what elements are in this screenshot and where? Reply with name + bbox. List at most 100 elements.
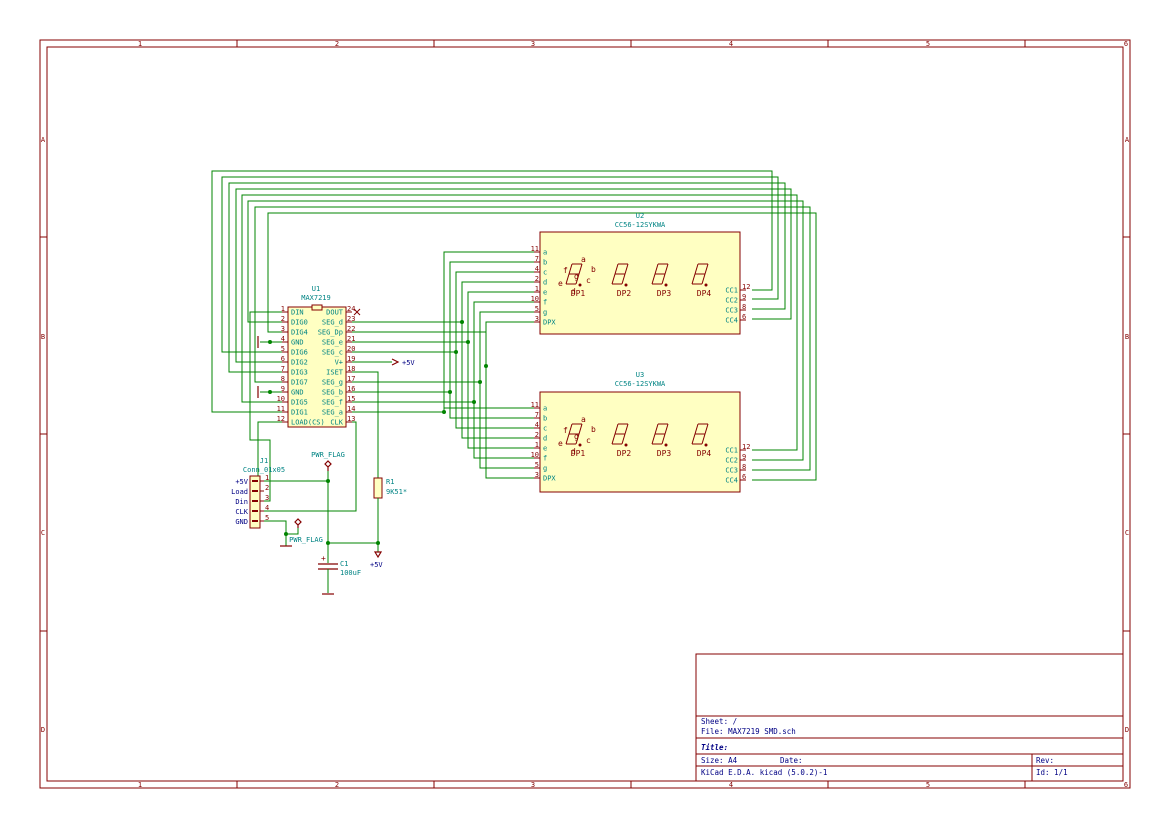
u2-display[interactable]: U2 CC56-12SYKWA 11 a7 b4 c2 d1 e10 f5 g3 DPX 12C… bbox=[531, 212, 751, 335]
u3-pin-number: 10 bbox=[531, 451, 539, 459]
u2-segment-letter: g bbox=[574, 272, 579, 281]
u3-pin-number: 9 bbox=[742, 453, 746, 461]
u2-pin-number: 2 bbox=[535, 275, 539, 283]
u3-pin-name: CC2 bbox=[725, 457, 738, 465]
pwr-flag-2: PWR_FLAG bbox=[289, 518, 323, 544]
j1-net-label: CLK bbox=[235, 508, 248, 516]
u2-segment-letter: b bbox=[591, 265, 596, 274]
u2-digit-label: DP4 bbox=[697, 289, 712, 298]
u2-pin-name: b bbox=[543, 259, 547, 267]
u2-decimal-point bbox=[624, 283, 628, 287]
u3-body bbox=[539, 391, 741, 493]
c1-capacitor[interactable]: C1 100uF + bbox=[318, 543, 361, 595]
u2-pin-number: 1 bbox=[535, 285, 539, 293]
u1-pin-name: DOUT bbox=[326, 309, 344, 317]
u3-pin-name: CC3 bbox=[725, 467, 738, 475]
zone-col-5-top: 5 bbox=[926, 40, 930, 48]
pwr-flag-1: PWR_FLAG bbox=[311, 451, 345, 471]
tb-rev: Rev: bbox=[1036, 756, 1054, 765]
u2-pin-name: f bbox=[543, 299, 547, 307]
c1-value: 100uF bbox=[340, 569, 361, 577]
u1-pin-name: SEG_f bbox=[322, 399, 343, 407]
j1-pin-number: 4 bbox=[265, 504, 269, 512]
r1-ref: R1 bbox=[386, 478, 394, 486]
u1-notch bbox=[311, 304, 323, 311]
u2-pin-name: a bbox=[543, 249, 547, 257]
u2-decimal-point bbox=[578, 283, 582, 287]
j1-net-label: +5V bbox=[235, 478, 248, 486]
u1-pin-number: 16 bbox=[347, 385, 355, 393]
u1-pin-name: DIG6 bbox=[291, 349, 308, 357]
zone-col-6-top: 6 bbox=[1124, 40, 1128, 48]
tb-file: File: MAX7219 SMD.sch bbox=[701, 727, 796, 736]
u3-pin-number: 8 bbox=[742, 463, 746, 471]
u2-pin-number: 4 bbox=[535, 265, 539, 273]
r1-value: 9K51* bbox=[386, 488, 407, 496]
u3-display[interactable]: U3 CC56-12SYKWA 11 a7 b4 c2 d1 e10 f5 g3 DPX 12C… bbox=[531, 371, 751, 493]
u2-pin-name: CC4 bbox=[725, 317, 738, 325]
gnd-symbols-u1 bbox=[257, 336, 282, 398]
u3-pin-name: e bbox=[543, 445, 547, 453]
u1-pin-number: 8 bbox=[281, 375, 285, 383]
j1-pin-number: 2 bbox=[265, 484, 269, 492]
zone-col-2-top: 2 bbox=[335, 40, 339, 48]
u3-pin-number: 3 bbox=[535, 471, 539, 479]
u1-pin-number: 3 bbox=[281, 325, 285, 333]
u2-pin-number: 3 bbox=[535, 315, 539, 323]
c1-ref: C1 bbox=[340, 560, 348, 568]
u2-pin-number: 6 bbox=[742, 313, 746, 321]
u2-digit-label: DP3 bbox=[657, 289, 672, 298]
u2-ref: U2 bbox=[636, 212, 644, 220]
u3-pin-name: d bbox=[543, 435, 547, 443]
u3-pin-number: 1 bbox=[535, 441, 539, 449]
u3-pin-number: 7 bbox=[535, 411, 539, 419]
u2-pin-name: g bbox=[543, 309, 547, 317]
u1-pin-number: 5 bbox=[281, 345, 285, 353]
tb-date: Date: bbox=[780, 756, 803, 765]
u1-max7219[interactable]: U1 MAX7219 1 DIN2 DIG03 DIG44 GND5 DIG66 DIG27… bbox=[277, 285, 361, 428]
u3-pin-number: 6 bbox=[742, 473, 746, 481]
u3-pin-name: g bbox=[543, 465, 547, 473]
tb-id: Id: 1/1 bbox=[1036, 768, 1068, 777]
u1-pin-name: DIG1 bbox=[291, 409, 308, 417]
tb-sheet: Sheet: / bbox=[701, 717, 737, 726]
u1-pin-number: 22 bbox=[347, 325, 355, 333]
u1-pin-name: SEG_Dp bbox=[318, 329, 343, 337]
u3-segment-letter: b bbox=[591, 425, 596, 434]
u3-pin-name: CC4 bbox=[725, 477, 738, 485]
zone-col-4-bottom: 4 bbox=[729, 781, 733, 789]
u1-pin-number: 17 bbox=[347, 375, 355, 383]
u1-pin-name: CLK bbox=[330, 419, 343, 427]
u1-pin-number: 4 bbox=[281, 335, 285, 343]
u2-pin-number: 9 bbox=[742, 293, 746, 301]
u2-segment-letter: d bbox=[571, 287, 576, 296]
u1-pin-name: GND bbox=[291, 339, 304, 347]
pwr-flag-2-label: PWR_FLAG bbox=[289, 536, 323, 544]
u3-pin-name: c bbox=[543, 425, 547, 433]
u1-pin-name: DIG3 bbox=[291, 369, 308, 377]
tb-tool: KiCad E.D.A. kicad (5.0.2)-1 bbox=[701, 768, 827, 777]
u1-pin-number: 15 bbox=[347, 395, 355, 403]
u1-ref: U1 bbox=[312, 285, 320, 293]
u2-pin-name: c bbox=[543, 269, 547, 277]
j1-connector[interactable]: J1 Conn_01x05 1 +5V 2 Load 3 Din 4 CLK 5 GND bbox=[231, 457, 285, 529]
u3-decimal-point bbox=[624, 443, 628, 447]
u1-pin-name: ISET bbox=[326, 369, 344, 377]
u2-segment-letter: e bbox=[558, 279, 563, 288]
u1-pin-number: 20 bbox=[347, 345, 355, 353]
u1-pin-number: 9 bbox=[281, 385, 285, 393]
tb-size: Size: A4 bbox=[701, 756, 738, 765]
u1-pin-name: DIG5 bbox=[291, 399, 308, 407]
u3-pin-number: 5 bbox=[535, 461, 539, 469]
u2-right-pins: 12 CC1 9 CC2 8 CC3 6 CC4 bbox=[725, 283, 750, 325]
j1-pin-contact bbox=[252, 480, 258, 482]
zone-row-b-right: B bbox=[1125, 333, 1129, 341]
u1-pin-name: DIG4 bbox=[291, 329, 308, 337]
u1-pin-name: SEG_g bbox=[322, 379, 343, 387]
u3-pin-number: 12 bbox=[742, 443, 750, 451]
u1-pin-number: 7 bbox=[281, 365, 285, 373]
u2-decimal-point bbox=[664, 283, 668, 287]
j1-net-label: GND bbox=[235, 518, 248, 526]
u2-pin-number: 7 bbox=[535, 255, 539, 263]
plus5v-label-1: +5V bbox=[402, 359, 415, 367]
